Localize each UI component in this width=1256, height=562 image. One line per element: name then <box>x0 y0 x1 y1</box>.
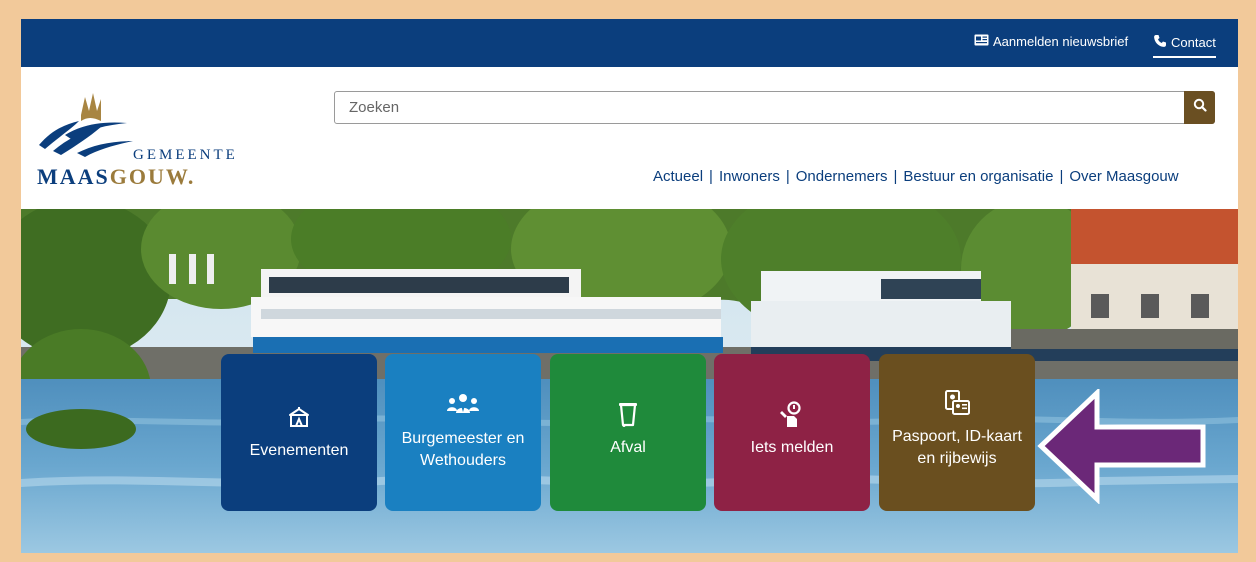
nav-item-bestuur[interactable]: Bestuur en organisatie <box>903 168 1053 185</box>
nav-separator: | <box>709 168 713 185</box>
id-card-icon <box>944 388 970 418</box>
nav-item-actueel[interactable]: Actueel <box>653 168 703 185</box>
nav-separator: | <box>1059 168 1064 185</box>
search-icon <box>1193 98 1207 117</box>
tile-burgemeester-wethouders[interactable]: Burgemeester en Wethouders <box>385 354 541 511</box>
phone-icon <box>1153 34 1167 51</box>
browser-frame: Aanmelden nieuwsbrief Contact GEMEENTE M… <box>21 19 1238 553</box>
nav-item-ondernemers[interactable]: Ondernemers <box>796 168 888 185</box>
tile-label: Burgemeester en Wethouders <box>401 430 525 469</box>
tile-evenementen[interactable]: Evenementen <box>221 354 377 511</box>
logo-emblem-icon <box>39 93 133 157</box>
tile-iets-melden[interactable]: Iets melden <box>714 354 870 511</box>
report-person-icon <box>780 399 804 429</box>
main-nav: Actueel | Inwoners | Ondernemers | Bestu… <box>653 168 1179 185</box>
search-box <box>334 91 1215 124</box>
logo-line1: GEMEENTE <box>133 147 238 163</box>
contact-link[interactable]: Contact <box>1153 34 1216 51</box>
tile-paspoort-id-rijbewijs[interactable]: Paspoort, ID-kaart en rijbewijs <box>879 354 1035 511</box>
tile-label: Paspoort, ID-kaart en rijbewijs <box>892 428 1022 467</box>
tile-label: Evenementen <box>249 442 349 459</box>
nav-item-over-maasgouw[interactable]: Over Maasgouw <box>1069 168 1178 185</box>
newsletter-label: Aanmelden nieuwsbrief <box>993 34 1129 49</box>
nav-separator: | <box>893 168 898 185</box>
search-button[interactable] <box>1184 91 1215 124</box>
annotation-arrow <box>1037 389 1206 504</box>
contact-label: Contact <box>1171 35 1216 50</box>
newsletter-link[interactable]: Aanmelden nieuwsbrief <box>974 34 1128 49</box>
site-logo[interactable]: GEMEENTE MAASGOUW. <box>37 91 247 191</box>
search-input[interactable] <box>335 92 1175 123</box>
trash-bin-icon <box>618 399 638 429</box>
logo-gouw: GOUW. <box>109 164 196 189</box>
tent-icon <box>288 402 310 432</box>
tile-label: Afval <box>610 439 646 456</box>
people-icon <box>446 390 480 420</box>
tile-afval[interactable]: Afval <box>550 354 706 511</box>
logo-maas: MAAS <box>37 164 110 189</box>
logo-line2: MAASGOUW. <box>37 164 195 190</box>
newspaper-icon <box>974 34 989 49</box>
nav-separator: | <box>785 168 790 185</box>
nav-item-inwoners[interactable]: Inwoners <box>719 168 780 185</box>
tile-label: Iets melden <box>750 439 834 456</box>
active-underline <box>1153 56 1216 58</box>
